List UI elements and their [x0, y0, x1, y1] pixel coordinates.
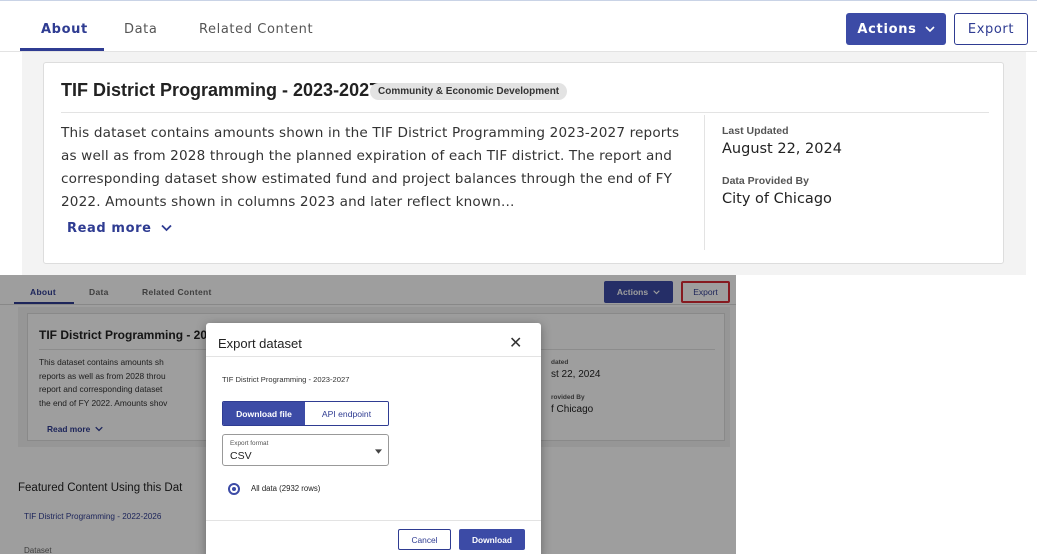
dataset-info-card: TIF District Programming - 2023-2027 Com…	[43, 62, 1004, 264]
dataset-title: TIF District Programming - 2023-2027	[61, 80, 380, 100]
export-format-select[interactable]: Export format CSV	[222, 434, 389, 466]
actions-button-label: Actions	[857, 21, 917, 37]
category-badge[interactable]: Community & Economic Development	[370, 83, 568, 100]
close-icon[interactable]: ✕	[509, 333, 522, 353]
divider	[206, 520, 541, 521]
export-button[interactable]: Export	[954, 13, 1028, 45]
provided-by-label: Data Provided By	[722, 175, 809, 187]
export-type-toggle: Download file API endpoint	[222, 401, 389, 426]
all-data-option-label: All data (2932 rows)	[251, 484, 321, 493]
divider	[61, 112, 989, 113]
export-format-label: Export format	[230, 440, 269, 447]
dialog-title: Export dataset	[218, 336, 302, 351]
top-panel: About Data Related Content Actions Expor…	[0, 0, 1037, 275]
api-endpoint-tab[interactable]: API endpoint	[305, 402, 388, 425]
last-updated-value: August 22, 2024	[722, 141, 842, 157]
tab-related-content[interactable]: Related Content	[199, 22, 313, 37]
download-file-tab[interactable]: Download file	[223, 402, 305, 425]
vertical-divider	[704, 115, 705, 250]
export-modal-screenshot: About Data Related Content Actions Expor…	[0, 275, 736, 554]
last-updated-label: Last Updated	[722, 125, 789, 137]
dataset-description: This dataset contains amounts shown in t…	[61, 125, 680, 210]
export-format-value: CSV	[230, 450, 252, 462]
read-more-link[interactable]: Read more	[67, 221, 172, 236]
tab-about[interactable]: About	[41, 22, 88, 37]
chevron-down-icon	[161, 224, 172, 232]
dataset-name: TIF District Programming - 2023-2027	[222, 375, 350, 384]
cancel-button[interactable]: Cancel	[398, 529, 451, 550]
radio-selected-icon[interactable]	[228, 483, 240, 495]
download-button[interactable]: Download	[459, 529, 525, 550]
active-tab-indicator	[20, 48, 104, 51]
chevron-down-icon	[925, 25, 935, 32]
divider	[0, 0, 1037, 1]
export-dataset-dialog: Export dataset ✕ TIF District Programmin…	[206, 323, 541, 554]
read-more-label: Read more	[67, 221, 152, 236]
divider	[206, 356, 541, 357]
provided-by-value: City of Chicago	[722, 191, 832, 207]
tab-data[interactable]: Data	[124, 22, 157, 37]
tab-bar: About Data Related Content Actions Expor…	[0, 8, 1037, 52]
actions-button[interactable]: Actions	[846, 13, 946, 45]
dropdown-arrow-icon	[375, 449, 382, 454]
